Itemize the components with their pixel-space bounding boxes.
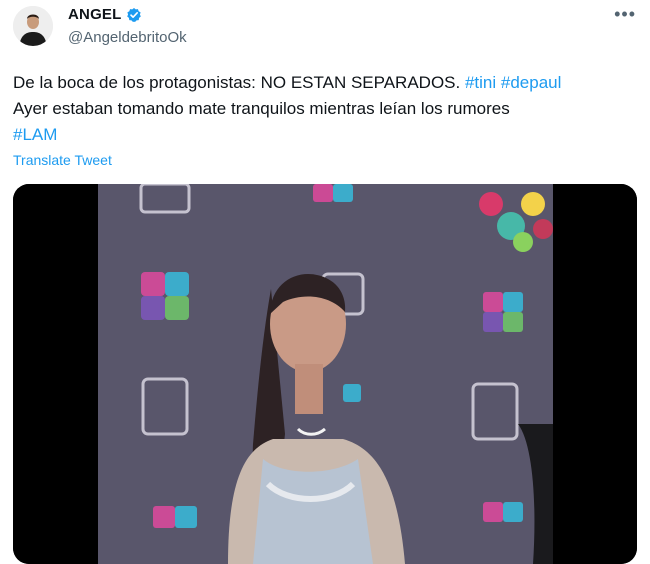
- author-handle[interactable]: @AngeldebritoOk: [68, 29, 187, 46]
- tweet-text: De la boca de los protagonistas: NO ESTA…: [13, 70, 638, 148]
- verified-badge-icon: [126, 7, 142, 23]
- more-options-icon[interactable]: •••: [614, 4, 636, 25]
- hashtag-lam[interactable]: #LAM: [13, 125, 57, 144]
- translate-tweet-link[interactable]: Translate Tweet: [13, 152, 112, 168]
- tweet-media-video[interactable]: [13, 184, 637, 564]
- tweet-text-line1: De la boca de los protagonistas: NO ESTA…: [13, 73, 465, 92]
- avatar-image: [13, 6, 53, 46]
- hashtag-depaul[interactable]: #depaul: [501, 73, 562, 92]
- author-display-name[interactable]: ANGEL: [68, 6, 122, 23]
- media-frame-image: [13, 184, 637, 564]
- avatar[interactable]: [13, 6, 53, 46]
- hashtag-tini[interactable]: #tini: [465, 73, 496, 92]
- tweet-text-line2: Ayer estaban tomando mate tranquilos mie…: [13, 99, 510, 118]
